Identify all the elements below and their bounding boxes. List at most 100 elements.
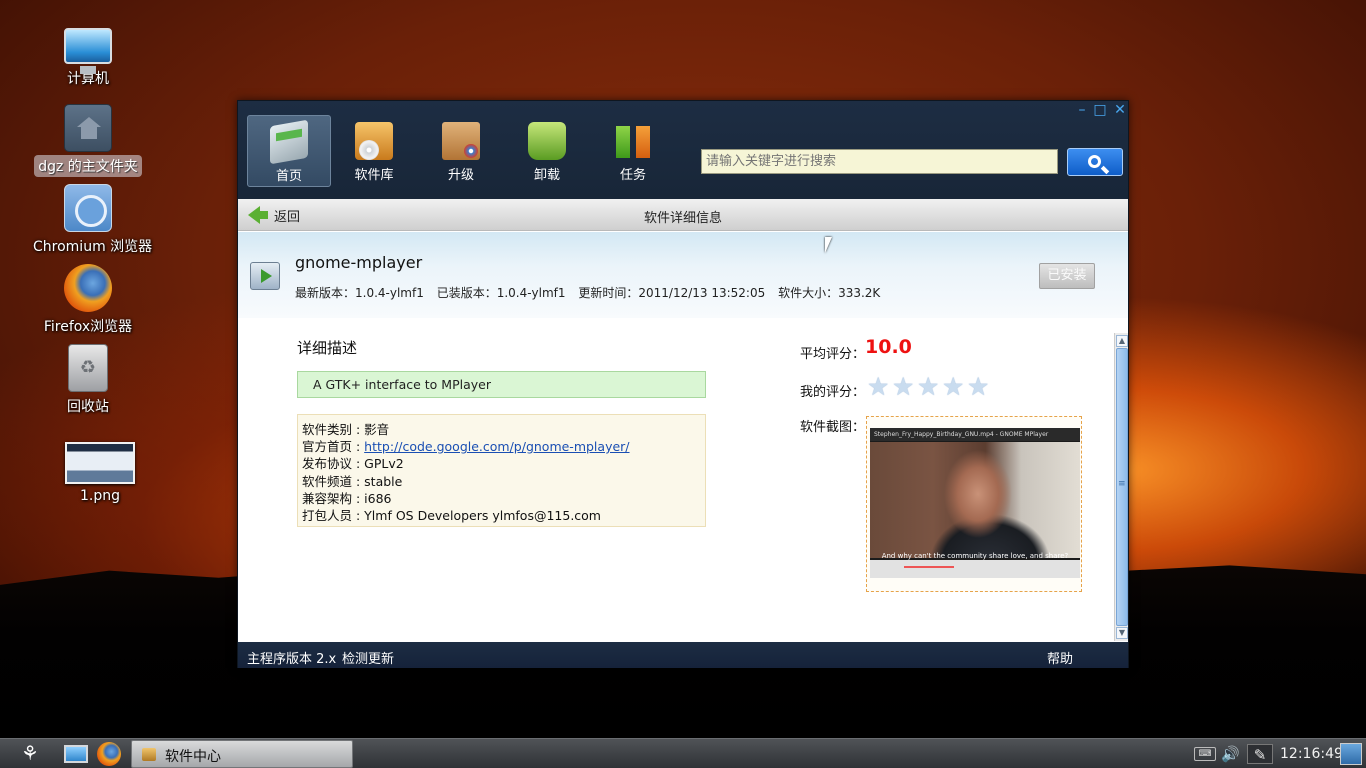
desktop-icon-label: 1.png	[79, 488, 120, 504]
taskbar: ⚘ 软件中心 ⌨ 🔊 ✎ 12:16:49	[0, 738, 1366, 768]
property-row: 软件类别 : 影音	[302, 419, 701, 437]
home-folder-icon	[64, 104, 112, 152]
property-key: 软件类别 :	[302, 422, 365, 437]
close-button[interactable]: ✕	[1111, 102, 1129, 118]
vertical-scrollbar[interactable]: ▲ ▼	[1114, 333, 1128, 641]
my-rating-stars[interactable]: ★ ★ ★ ★ ★	[867, 374, 992, 399]
keyboard-icon[interactable]: ⌨	[1194, 747, 1216, 761]
nav-home-button[interactable]: 首页	[247, 115, 331, 187]
nav-tasks-button[interactable]: 任务	[591, 115, 675, 187]
maximize-button[interactable]: □	[1091, 102, 1109, 118]
homepage-link[interactable]: http://code.google.com/p/gnome-mplayer/	[364, 439, 629, 454]
property-key: 官方首页 :	[302, 439, 365, 455]
property-value: GPLv2	[364, 456, 404, 472]
star-icon[interactable]: ★	[967, 374, 992, 399]
software-center-icon	[142, 748, 156, 761]
chromium-icon	[64, 184, 112, 232]
property-row: 软件频道 : stable	[302, 471, 701, 489]
property-value: stable	[364, 473, 403, 489]
software-center-window: – □ ✕ 首页 软件库 升级 卸载 任务 返回	[237, 100, 1129, 668]
nav-software-library-button[interactable]: 软件库	[332, 115, 416, 187]
help-link[interactable]: 帮助	[1047, 648, 1073, 667]
top-toolbar: – □ ✕ 首页 软件库 升级 卸载 任务	[238, 101, 1128, 199]
desktop-icon-home-folder[interactable]: dgz 的主文件夹	[29, 104, 147, 177]
firefox-launcher-icon[interactable]	[97, 742, 121, 766]
taskbar-item-software-center[interactable]: 软件中心	[131, 740, 353, 768]
screenshot-label: 软件截图：	[800, 420, 866, 435]
screenshot-image: Stephen_Fry_Happy_Birthday_GNU.mp4 - GNO…	[870, 428, 1080, 578]
installed-version: 已装版本：1.0.4-ylmf1	[436, 286, 566, 300]
screenshot-player-controls	[870, 560, 1080, 578]
volume-icon[interactable]: 🔊	[1221, 744, 1243, 764]
nav-upgrade-button[interactable]: 升级	[419, 115, 503, 187]
taskbar-item-label: 软件中心	[165, 749, 221, 765]
media-player-icon	[250, 262, 280, 290]
desktop-icon-label: Chromium 浏览器	[33, 239, 153, 255]
desktop-icon-label: 回收站	[67, 399, 109, 415]
scroll-thumb[interactable]	[1116, 348, 1128, 626]
star-icon[interactable]: ★	[942, 374, 967, 399]
screenshot-window-title: Stephen_Fry_Happy_Birthday_GNU.mp4 - GNO…	[870, 428, 1080, 441]
search-button[interactable]	[1067, 148, 1123, 176]
property-row: 打包人员 : Ylmf OS Developers ylmfos@115.com	[302, 505, 701, 523]
desktop-icon-label: Firefox浏览器	[43, 319, 133, 335]
screenshot-video-frame	[870, 442, 1080, 558]
desktop-icon-trash[interactable]: 回收站	[29, 344, 147, 417]
desktop-icon-label: dgz 的主文件夹	[34, 155, 142, 177]
star-icon[interactable]: ★	[917, 374, 942, 399]
software-library-icon	[355, 122, 393, 160]
workspace-switcher-icon[interactable]	[1340, 743, 1362, 765]
computer-icon	[64, 28, 112, 74]
star-icon[interactable]: ★	[867, 374, 892, 399]
package-name: gnome-mplayer	[295, 253, 423, 272]
property-value: Ylmf OS Developers ylmfos@115.com	[364, 507, 601, 523]
package-size: 软件大小：333.2K	[778, 286, 881, 300]
latest-version: 最新版本：1.0.4-ylmf1	[295, 286, 424, 300]
search-icon	[1088, 155, 1101, 168]
nav-label: 卸载	[533, 168, 560, 183]
property-row: 兼容架构 : i686	[302, 488, 701, 506]
property-key: 软件频道 :	[302, 473, 365, 489]
check-update-link[interactable]: 检测更新	[342, 648, 394, 667]
desktop-icon-1png[interactable]: 1.png	[41, 442, 159, 505]
update-time: 更新时间：2011/12/13 13:52:05	[578, 286, 766, 300]
home-icon	[270, 119, 308, 165]
scroll-up-arrow-icon[interactable]: ▲	[1116, 335, 1128, 347]
details-content: 详细描述 A GTK+ interface to MPlayer 软件类别 : …	[238, 318, 1112, 642]
average-rating-value: 10.0	[865, 336, 912, 358]
status-bar: 主程序版本 2.x 检测更新 帮助	[238, 642, 1128, 668]
search-input[interactable]	[701, 149, 1058, 174]
package-header: gnome-mplayer 最新版本：1.0.4-ylmf1 已装版本：1.0.…	[238, 232, 1128, 318]
screenshot-subtitle: And why can't the community share love, …	[881, 552, 1069, 560]
nav-label: 软件库	[354, 168, 394, 183]
property-value: i686	[364, 490, 392, 506]
installed-button[interactable]: 已安装	[1039, 263, 1095, 289]
show-desktop-icon[interactable]	[64, 745, 88, 763]
description-heading: 详细描述	[297, 339, 358, 357]
property-key: 兼容架构 :	[302, 490, 365, 506]
minimize-button[interactable]: –	[1073, 102, 1091, 118]
property-value: 影音	[364, 422, 390, 437]
star-icon[interactable]: ★	[892, 374, 917, 399]
property-key: 发布协议 :	[302, 456, 365, 472]
nav-label: 任务	[619, 168, 646, 183]
start-menu-icon[interactable]: ⚘	[18, 742, 42, 766]
upgrade-icon	[442, 122, 480, 160]
nav-uninstall-button[interactable]: 卸载	[505, 115, 589, 187]
app-version: 主程序版本 2.x	[247, 652, 337, 667]
screenshot-frame[interactable]: Stephen_Fry_Happy_Birthday_GNU.mp4 - GNO…	[866, 416, 1082, 592]
desktop-icon-chromium[interactable]: Chromium 浏览器	[29, 184, 152, 257]
average-rating-label: 平均评分：	[800, 347, 866, 362]
property-key: 打包人员 :	[302, 507, 365, 523]
desktop-icon-firefox[interactable]: Firefox浏览器	[29, 264, 147, 337]
property-row: 发布协议 : GPLv2	[302, 453, 701, 472]
scroll-down-arrow-icon[interactable]: ▼	[1116, 627, 1128, 639]
clock[interactable]: 12:16:49	[1280, 744, 1343, 764]
image-thumbnail-icon	[65, 442, 135, 484]
description-box: A GTK+ interface to MPlayer	[297, 371, 706, 398]
desktop-icon-computer[interactable]: 计算机	[29, 24, 147, 89]
nav-label: 升级	[447, 168, 474, 183]
uninstall-icon	[528, 122, 566, 160]
pen-tool-icon[interactable]: ✎	[1247, 744, 1273, 764]
package-meta: 最新版本：1.0.4-ylmf1 已装版本：1.0.4-ylmf1 更新时间：2…	[295, 284, 889, 301]
